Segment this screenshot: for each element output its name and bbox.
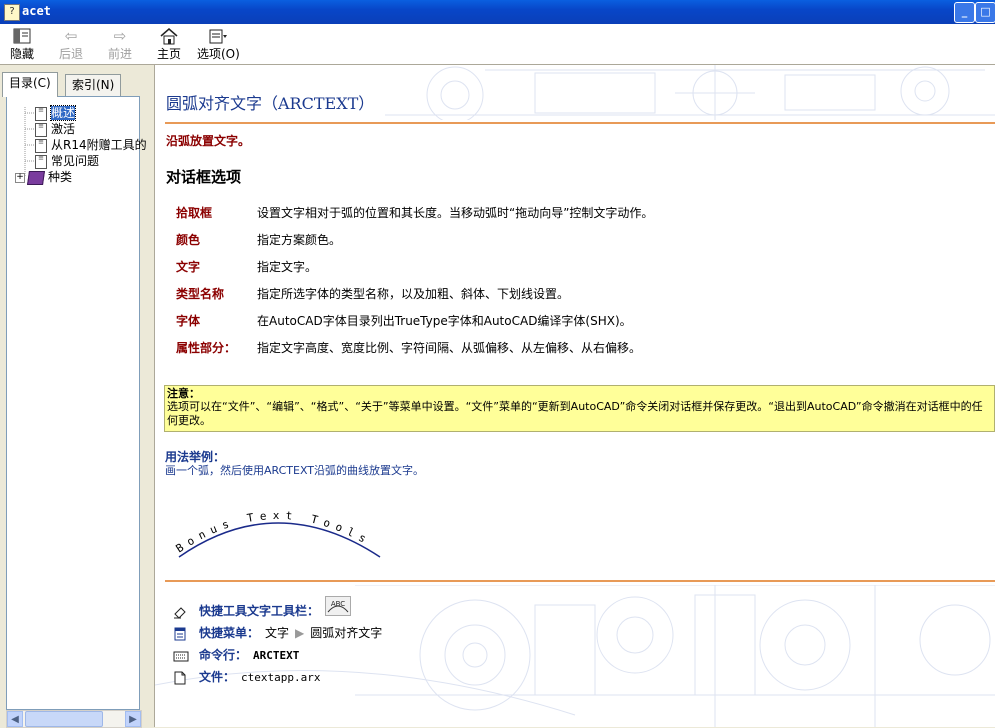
tab-index[interactable]: 索引(N) <box>65 74 122 96</box>
page-icon: ≡ <box>35 154 47 169</box>
file-value: ctextapp.arx <box>241 671 321 684</box>
tree-item-overview[interactable]: ≡ 概述 <box>35 105 77 121</box>
tree-item-label: 激活 <box>51 122 76 136</box>
home-icon <box>157 27 181 45</box>
maximize-button[interactable]: □ <box>975 2 995 23</box>
footer-toolbar-row: 快捷工具文字工具栏： ABC <box>173 596 352 620</box>
home-label: 主页 <box>157 47 182 61</box>
forward-arrow-icon: ⇨ <box>113 27 127 45</box>
option-term: 文字 <box>176 260 201 274</box>
option-term: 颜色 <box>176 233 201 247</box>
home-button[interactable]: 主页 <box>157 27 181 62</box>
option-desc: 指定文字高度、宽度比例、字符间隔、从弧偏移、从左偏移、从右偏移。 <box>257 341 642 355</box>
title-divider <box>165 122 995 124</box>
forward-label: 前进 <box>108 47 133 61</box>
eraser-tool-icon <box>173 605 187 619</box>
svg-text:ABC: ABC <box>331 600 345 608</box>
tree-item-label: 概述 <box>49 105 77 121</box>
option-desc: 指定所选字体的类型名称，以及加粗、斜体、下划线设置。 <box>257 287 570 301</box>
back-button[interactable]: ⇦ 后退 <box>59 27 83 62</box>
tree-item-types[interactable]: + 种类 <box>15 169 72 185</box>
hide-button[interactable]: 隐藏 <box>10 27 34 62</box>
tree-item-activate[interactable]: ≡ 激活 <box>35 121 75 137</box>
hide-label: 隐藏 <box>10 47 35 61</box>
arc-text-toolbar-icon: ABC <box>325 596 352 616</box>
option-term: 属性部分： <box>176 341 237 355</box>
menu-path-1: 文字 <box>265 626 290 640</box>
option-term: 拾取框 <box>176 206 213 220</box>
scroll-right-icon[interactable]: ▶ <box>125 711 141 727</box>
option-desc: 设置文字相对于弧的位置和其长度。当移动弧时“拖动向导”控制文字动作。 <box>257 206 654 220</box>
footer-divider <box>165 580 995 582</box>
menu-path-2: 圆弧对齐文字 <box>310 626 383 640</box>
file-label: 文件： <box>199 670 236 684</box>
options-icon <box>197 27 240 45</box>
page-icon: ≡ <box>35 122 47 137</box>
section-heading: 对话框选项 <box>166 168 242 186</box>
tree-item-label: 从R14附赠工具的 <box>51 138 147 152</box>
option-term: 字体 <box>176 314 201 328</box>
scroll-thumb[interactable] <box>25 711 103 727</box>
options-label: 选项(O) <box>197 47 240 61</box>
example-desc: 画一个弧，然后使用ARCTEXT沿弧的曲线放置文字。 <box>165 464 425 477</box>
window-title: acet <box>22 4 51 18</box>
example-arc-text: Bonus Text Tools <box>174 509 374 555</box>
menu-shortcut-label: 快捷菜单： <box>199 626 260 640</box>
page-lead: 沿弧放置文字。 <box>166 134 251 148</box>
file-icon <box>173 671 187 685</box>
menu-arrow-icon: ▶ <box>295 626 305 640</box>
command-value: ARCTEXT <box>253 649 300 662</box>
option-term: 类型名称 <box>176 287 225 301</box>
page-icon: ≡ <box>35 138 47 153</box>
toolbar: 隐藏 ⇦ 后退 ⇨ 前进 主页 选项(O) <box>0 24 995 65</box>
back-label: 后退 <box>59 47 84 61</box>
options-button[interactable]: 选项(O) <box>197 27 240 62</box>
help-app-icon[interactable]: ? <box>4 4 20 21</box>
book-icon <box>27 170 45 185</box>
command-label: 命令行： <box>199 648 248 662</box>
title-bar: ? acet _ □ <box>0 0 995 24</box>
expand-icon[interactable]: + <box>15 172 25 183</box>
tree-item-from-r14[interactable]: ≡ 从R14附赠工具的 <box>35 137 147 153</box>
scroll-left-icon[interactable]: ◀ <box>7 711 23 727</box>
tab-contents[interactable]: 目录(C) <box>2 72 58 97</box>
topic-content: 圆弧对齐文字（ARCTEXT） 沿弧放置文字。 对话框选项 拾取框 设置文字相对… <box>155 65 995 727</box>
tree-horizontal-scrollbar[interactable]: ◀ ▶ <box>6 710 142 728</box>
footer-menu-row: 快捷菜单： 文字 ▶ 圆弧对齐文字 <box>173 624 382 642</box>
option-desc: 指定文字。 <box>257 260 318 274</box>
menu-icon <box>173 627 187 641</box>
option-desc: 在AutoCAD字体目录列出TrueType字体和AutoCAD编译字体(SHX… <box>257 314 632 328</box>
minimize-button[interactable]: _ <box>954 2 975 23</box>
note-box: 注意： 选项可以在“文件”、“编辑”、“格式”、“关于”等菜单中设置。“文件”菜… <box>164 385 995 432</box>
page-icon: ≡ <box>35 106 47 121</box>
footer-file-row: 文件： ctextapp.arx <box>173 668 321 686</box>
option-desc: 指定方案颜色。 <box>257 233 342 247</box>
back-arrow-icon: ⇦ <box>64 27 78 45</box>
tree-item-label: 常见问题 <box>51 154 100 168</box>
tree-item-label: 种类 <box>48 170 73 184</box>
footer-command-row: 命令行： ARCTEXT <box>173 646 299 664</box>
contents-tree: ≡ 概述 ≡ 激活 ≡ 从R14附赠工具的 ≡ 常见问题 + 种类 <box>6 96 147 710</box>
tree-item-faq[interactable]: ≡ 常见问题 <box>35 153 99 169</box>
header-blueprint-watermark <box>385 65 995 120</box>
nav-tabs: 目录(C) 索引(N) <box>0 71 150 97</box>
toolbar-shortcut-label: 快捷工具文字工具栏： <box>199 604 320 618</box>
pane-splitter[interactable] <box>146 65 155 727</box>
note-body: 选项可以在“文件”、“编辑”、“格式”、“关于”等菜单中设置。“文件”菜单的“更… <box>167 400 983 427</box>
hide-pane-icon <box>10 27 34 45</box>
keyboard-icon <box>173 649 189 663</box>
forward-button[interactable]: ⇨ 前进 <box>108 27 132 62</box>
page-title: 圆弧对齐文字（ARCTEXT） <box>166 94 375 113</box>
arc-text-example: Bonus Text Tools <box>174 509 381 558</box>
note-title: 注意： <box>167 387 200 400</box>
